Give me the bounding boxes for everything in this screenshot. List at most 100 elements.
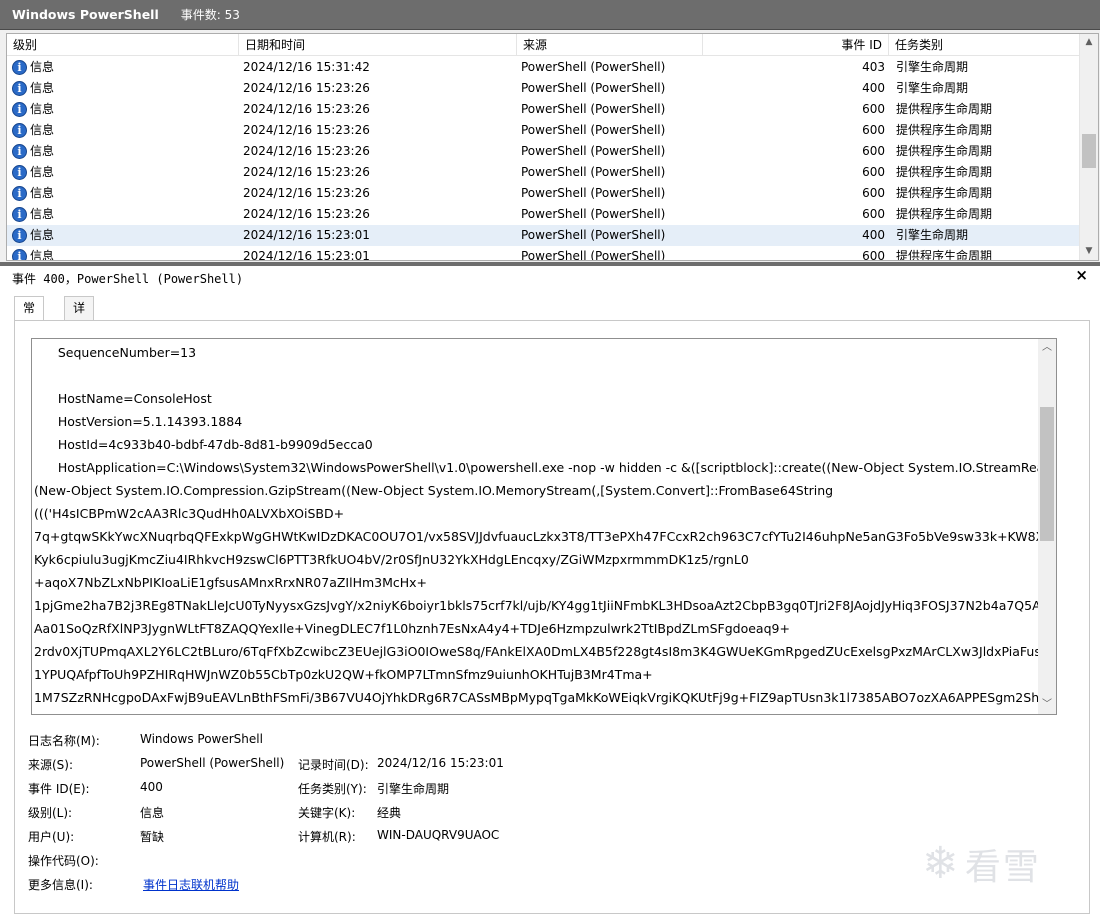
info-icon: i bbox=[12, 207, 27, 222]
message-line: 2rdv0XjTUPmqAXL2Y6LC2tBLuro/6TqFfXbZcwib… bbox=[34, 644, 1038, 659]
row-source: PowerShell (PowerShell) bbox=[521, 102, 666, 116]
detail-title: 事件 400，PowerShell (PowerShell) bbox=[12, 272, 244, 286]
row-datetime: 2024/12/16 15:23:26 bbox=[243, 207, 370, 221]
row-datetime: 2024/12/16 15:23:26 bbox=[243, 144, 370, 158]
message-scrollbar[interactable]: ︿ ﹀ bbox=[1038, 339, 1056, 714]
row-level: 信息 bbox=[30, 102, 55, 116]
moreinfo-label: 更多信息(I): bbox=[28, 878, 93, 892]
row-level: 信息 bbox=[30, 81, 55, 95]
row-source: PowerShell (PowerShell) bbox=[521, 123, 666, 137]
row-eventid: 400 bbox=[862, 228, 885, 242]
table-row[interactable]: i 信息 2024/12/16 15:23:26 PowerShell (PowerS… bbox=[7, 78, 1081, 99]
message-line: HostName=ConsoleHost bbox=[34, 391, 212, 406]
row-source: PowerShell (PowerShell) bbox=[521, 228, 666, 242]
row-task: 引擎生命周期 bbox=[896, 228, 969, 242]
message-line: HostVersion=5.1.14393.1884 bbox=[34, 414, 243, 429]
level-value: 信息 bbox=[140, 806, 165, 820]
column-header-task[interactable]: 任务类别 bbox=[889, 34, 1081, 56]
message-line: HostApplication=C:\Windows\System32\Wind… bbox=[34, 460, 1038, 475]
task-label: 任务类别(Y): bbox=[298, 782, 367, 796]
table-row[interactable]: i 信息 2024/12/16 15:23:01 PowerShell (PowerS… bbox=[7, 246, 1081, 261]
info-icon: i bbox=[12, 123, 27, 138]
row-level: 信息 bbox=[30, 144, 55, 158]
event-list[interactable]: 级别 日期和时间 来源 事件 ID 任务类别 i 信息 2024/12/16 15:… bbox=[6, 33, 1099, 261]
row-level: 信息 bbox=[30, 123, 55, 137]
tab-general[interactable]: 常规 bbox=[14, 296, 45, 338]
task-value: 引擎生命周期 bbox=[377, 782, 450, 796]
row-source: PowerShell (PowerShell) bbox=[521, 165, 666, 179]
table-row[interactable]: i 信息 2024/12/16 15:23:01 PowerShell (PowerS… bbox=[7, 225, 1081, 246]
message-line: 1pjGme2ha7B2j3REg8TNakLleJcU0TyNyysxGzsJ… bbox=[34, 598, 1038, 613]
column-header-datetime[interactable]: 日期和时间 bbox=[239, 34, 517, 56]
level-label: 级别(L): bbox=[28, 806, 73, 820]
row-eventid: 403 bbox=[862, 60, 885, 74]
row-datetime: 2024/12/16 15:31:42 bbox=[243, 60, 370, 74]
log-title: Windows PowerShell bbox=[12, 7, 159, 22]
row-level: 信息 bbox=[30, 228, 55, 242]
row-datetime: 2024/12/16 15:23:01 bbox=[243, 249, 370, 261]
row-datetime: 2024/12/16 15:23:26 bbox=[243, 102, 370, 116]
row-source: PowerShell (PowerShell) bbox=[521, 81, 666, 95]
message-line: 1M7SZzRNHcgpoDAxFwjB9uEAVLnBthFSmFi/3B67… bbox=[34, 690, 1038, 705]
row-datetime: 2024/12/16 15:23:26 bbox=[243, 81, 370, 95]
scroll-thumb[interactable] bbox=[1082, 134, 1096, 168]
table-row[interactable]: i 信息 2024/12/16 15:31:42 PowerShell (PowerS… bbox=[7, 57, 1081, 78]
row-eventid: 600 bbox=[862, 123, 885, 137]
source-value: PowerShell (PowerShell) bbox=[140, 756, 285, 770]
row-eventid: 600 bbox=[862, 207, 885, 221]
scroll-down-icon[interactable]: ▼ bbox=[1080, 243, 1098, 260]
table-row[interactable]: i 信息 2024/12/16 15:23:26 PowerShell (PowerS… bbox=[7, 120, 1081, 141]
column-header-eventid[interactable]: 事件 ID bbox=[703, 34, 889, 56]
info-icon: i bbox=[12, 144, 27, 159]
user-label: 用户(U): bbox=[28, 830, 75, 844]
chevron-up-icon[interactable]: ︿ bbox=[1038, 339, 1056, 357]
online-help-link[interactable]: 事件日志联机帮助 bbox=[143, 876, 239, 893]
message-line: (New-Object System.IO.Compression.GzipSt… bbox=[34, 483, 834, 498]
eventid-value: 400 bbox=[140, 780, 163, 794]
message-line: SequenceNumber=13 bbox=[34, 345, 197, 360]
event-detail-pane: 事件 400，PowerShell (PowerShell) × 常规 详细信息… bbox=[0, 266, 1100, 923]
watermark: ❄ 看雪 bbox=[922, 838, 1041, 890]
row-task: 提供程序生命周期 bbox=[896, 102, 993, 116]
row-source: PowerShell (PowerShell) bbox=[521, 144, 666, 158]
table-row[interactable]: i 信息 2024/12/16 15:23:26 PowerShell (PowerS… bbox=[7, 162, 1081, 183]
table-row[interactable]: i 信息 2024/12/16 15:23:26 PowerShell (PowerS… bbox=[7, 183, 1081, 204]
tab-details[interactable]: 详细信息 bbox=[64, 296, 95, 384]
row-datetime: 2024/12/16 15:23:26 bbox=[243, 165, 370, 179]
info-icon: i bbox=[12, 60, 27, 75]
row-task: 提供程序生命周期 bbox=[896, 207, 993, 221]
source-label: 来源(S): bbox=[28, 758, 74, 772]
info-icon: i bbox=[12, 186, 27, 201]
info-icon: i bbox=[12, 228, 27, 243]
logged-value: 2024/12/16 15:23:01 bbox=[377, 756, 504, 770]
column-header-source[interactable]: 来源 bbox=[517, 34, 703, 56]
message-line: ((('H4sICBPmW2cAA3Rlc3QudHh0ALVXbXOiSBD+ bbox=[34, 506, 345, 521]
computer-value: WIN-DAUQRV9UAOC bbox=[377, 828, 500, 842]
window-titlebar: Windows PowerShell 事件数: 53 bbox=[0, 0, 1100, 30]
list-scrollbar[interactable]: ▲ ▼ bbox=[1079, 34, 1098, 260]
event-count: 事件数: 53 bbox=[180, 8, 240, 22]
message-line: HostId=4c933b40-bdbf-47db-8d81-b9909d5ec… bbox=[34, 437, 373, 452]
info-icon: i bbox=[12, 81, 27, 96]
row-level: 信息 bbox=[30, 60, 55, 74]
message-line: Aa01SoQzRfXlNP3JygnWLtFT8ZAQQYexIle+Vine… bbox=[34, 621, 790, 636]
row-source: PowerShell (PowerShell) bbox=[521, 249, 666, 261]
table-row[interactable]: i 信息 2024/12/16 15:23:26 PowerShell (PowerS… bbox=[7, 99, 1081, 120]
logname-label: 日志名称(M): bbox=[28, 734, 100, 748]
row-task: 提供程序生命周期 bbox=[896, 165, 993, 179]
table-row[interactable]: i 信息 2024/12/16 15:23:26 PowerShell (PowerS… bbox=[7, 204, 1081, 225]
row-eventid: 400 bbox=[862, 81, 885, 95]
column-header-level[interactable]: 级别 bbox=[7, 34, 239, 56]
event-message-box[interactable]: SequenceNumber=13 HostName=ConsoleHost H… bbox=[31, 338, 1057, 715]
message-scroll-thumb[interactable] bbox=[1040, 407, 1054, 541]
scroll-up-icon[interactable]: ▲ bbox=[1080, 34, 1098, 51]
chevron-down-icon[interactable]: ﹀ bbox=[1038, 696, 1056, 714]
row-eventid: 600 bbox=[862, 249, 885, 261]
close-icon[interactable]: × bbox=[1075, 266, 1088, 284]
table-row[interactable]: i 信息 2024/12/16 15:23:26 PowerShell (PowerS… bbox=[7, 141, 1081, 162]
logname-value: Windows PowerShell bbox=[140, 732, 263, 746]
row-task: 提供程序生命周期 bbox=[896, 249, 993, 261]
row-level: 信息 bbox=[30, 165, 55, 179]
message-line: 1YPUQAfpfToUh9PZHIRqHWJnWZ0b55CbTp0zkU2Q… bbox=[34, 667, 653, 682]
event-message-text[interactable]: SequenceNumber=13 HostName=ConsoleHost H… bbox=[32, 339, 1038, 714]
